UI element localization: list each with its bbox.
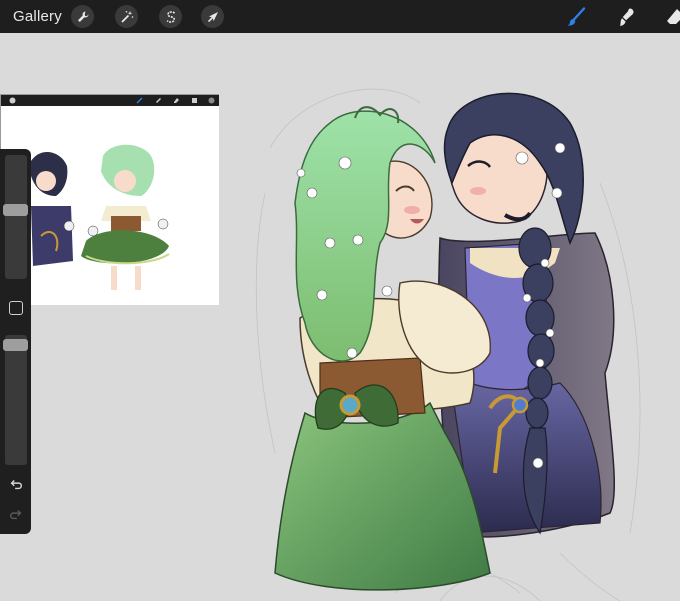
arrow-cursor-icon <box>207 11 218 22</box>
modify-square-button[interactable] <box>9 301 23 315</box>
drawing-canvas[interactable] <box>0 33 680 601</box>
magic-wand-icon <box>120 10 133 23</box>
color-icon[interactable] <box>208 97 215 104</box>
left-sidebar <box>0 149 31 534</box>
reference-image <box>1 106 219 305</box>
brush-icon <box>567 7 586 26</box>
actions-button[interactable] <box>71 5 94 28</box>
smudge-tool-button[interactable] <box>614 4 640 30</box>
wrench-icon <box>77 11 88 22</box>
opacity-handle[interactable] <box>3 339 28 351</box>
brush-tool-button[interactable] <box>563 4 589 30</box>
eraser-icon[interactable] <box>173 97 180 104</box>
undo-icon <box>10 479 22 490</box>
brush-icon[interactable] <box>9 97 16 104</box>
brush-icon[interactable] <box>136 97 143 104</box>
reference-window-header[interactable] <box>1 95 219 106</box>
top-toolbar: Gallery <box>0 0 680 33</box>
opacity-slider[interactable] <box>3 335 28 465</box>
smudge-icon <box>620 8 634 26</box>
gallery-button[interactable]: Gallery <box>13 8 62 25</box>
redo-icon <box>10 509 22 520</box>
transform-button[interactable] <box>201 5 224 28</box>
reference-window[interactable] <box>0 94 219 305</box>
redo-button[interactable] <box>7 505 25 523</box>
layers-icon[interactable] <box>191 97 198 104</box>
smudge-icon[interactable] <box>155 97 162 104</box>
brush-size-handle[interactable] <box>3 204 28 216</box>
brush-size-slider[interactable] <box>3 155 28 279</box>
adjustments-button[interactable] <box>115 5 138 28</box>
selection-s-icon <box>166 10 175 23</box>
selection-button[interactable] <box>159 5 182 28</box>
undo-button[interactable] <box>7 475 25 493</box>
eraser-tool-button[interactable] <box>662 4 680 30</box>
eraser-icon <box>667 9 680 24</box>
